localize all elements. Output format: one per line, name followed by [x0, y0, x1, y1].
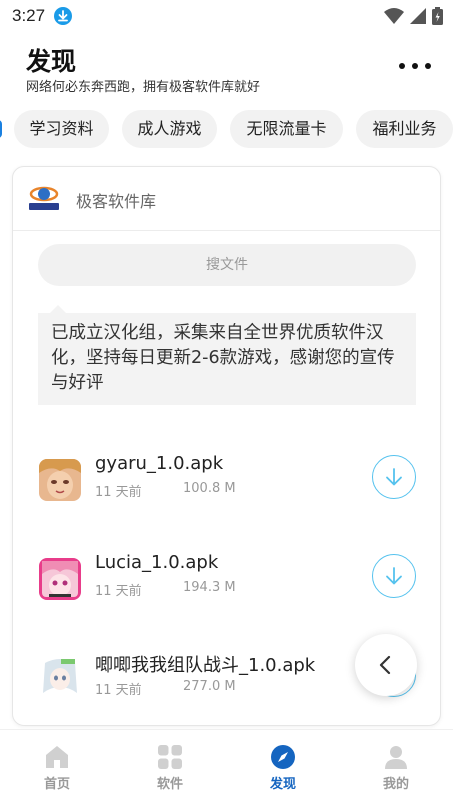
more-dot-icon: [399, 63, 405, 69]
file-name: Lucia_1.0.apk: [95, 552, 219, 573]
app-icon-jiji-team-battle: [39, 657, 81, 699]
nav-software[interactable]: 软件: [130, 744, 210, 794]
search-input[interactable]: 搜文件: [38, 244, 416, 286]
chip-scroll-indicator: [0, 120, 2, 138]
download-arrow-icon: [386, 468, 402, 486]
file-size: 100.8 M: [183, 481, 236, 496]
chevron-left-icon: [379, 655, 391, 675]
file-name: gyaru_1.0.apk: [95, 453, 224, 474]
download-button[interactable]: [372, 554, 416, 598]
status-time: 3:27: [12, 6, 46, 25]
more-dot-icon: [412, 63, 418, 69]
battery-icon: [432, 7, 443, 25]
home-icon: [46, 746, 68, 768]
category-chips: 学习资料 成人游戏 无限流量卡 福利业务: [0, 110, 453, 148]
file-date: 11 天前: [95, 683, 142, 698]
nav-label: 软件: [156, 777, 183, 792]
status-bar: 3:27: [0, 0, 453, 32]
page-title: 发现: [26, 47, 77, 76]
more-dot-icon: [425, 63, 431, 69]
card-header: 极客软件库: [13, 167, 440, 231]
page-subtitle: 网络何必东奔西跑，拥有极客软件库就好: [26, 80, 261, 95]
app-icon-gyaru: [39, 459, 81, 501]
download-button[interactable]: [372, 455, 416, 499]
bottom-nav: 首页 软件 发现 我的: [0, 729, 453, 805]
compass-icon: [271, 745, 295, 769]
file-item[interactable]: gyaru_1.0.apk 11 天前 100.8 M: [13, 452, 440, 512]
chip-study-materials[interactable]: 学习资料: [14, 110, 109, 148]
signal-icon: [410, 8, 426, 24]
status-icons: [384, 6, 443, 26]
chip-adult-games[interactable]: 成人游戏: [122, 110, 217, 148]
nav-home[interactable]: 首页: [17, 744, 97, 794]
nav-label: 我的: [382, 777, 409, 792]
download-notification-icon: [54, 7, 72, 25]
file-date: 11 天前: [95, 485, 142, 500]
nav-label: 首页: [43, 777, 70, 792]
nav-label: 发现: [269, 777, 296, 792]
file-item[interactable]: Lucia_1.0.apk 11 天前 194.3 M: [13, 551, 440, 611]
file-size: 277.0 M: [183, 679, 236, 694]
nav-discover[interactable]: 发现: [243, 744, 323, 794]
user-icon: [385, 746, 407, 769]
wifi-icon: [384, 8, 404, 24]
notice-text: 已成立汉化组，采集来自全世界优质软件汉化，坚持每日更新2-6款游戏，感谢您的宣传…: [38, 313, 416, 405]
site-logo-icon: [29, 186, 59, 210]
file-date: 11 天前: [95, 584, 142, 599]
chip-unlimited-data[interactable]: 无限流量卡: [230, 110, 343, 148]
site-name: 极客软件库: [76, 192, 157, 211]
grid-icon: [158, 745, 182, 769]
file-name: 唧唧我我组队战斗_1.0.apk: [95, 655, 316, 676]
file-size: 194.3 M: [183, 580, 236, 595]
more-options-button[interactable]: [399, 56, 431, 76]
app-icon-lucia: [39, 558, 81, 600]
nav-mine[interactable]: 我的: [356, 744, 436, 794]
download-arrow-icon: [386, 567, 402, 585]
chip-welfare-services[interactable]: 福利业务: [356, 110, 453, 148]
back-button[interactable]: [355, 634, 417, 696]
